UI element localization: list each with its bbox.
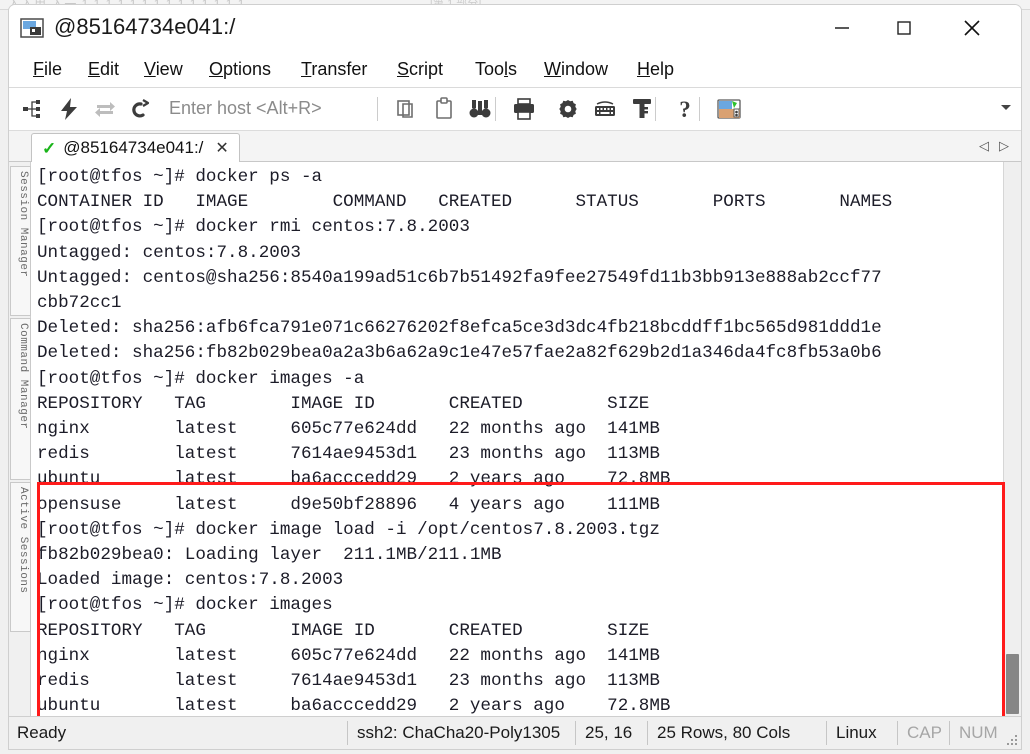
maximize-button[interactable] xyxy=(877,5,931,51)
left-dock: Session Manager Command Manager Active Ses… xyxy=(9,162,31,731)
terminal-output: [root@tfos ~]# docker ps -a CONTAINER ID… xyxy=(37,167,893,731)
key-icon[interactable] xyxy=(628,96,656,122)
menu-item-help[interactable]: Help xyxy=(633,58,678,81)
toolbar-separator xyxy=(377,97,378,121)
menu-item-view[interactable]: View xyxy=(140,58,187,81)
status-num: NUM xyxy=(959,723,998,742)
status-divider xyxy=(647,721,648,745)
dock-tab-active-sessions[interactable]: Active Sessions xyxy=(10,482,31,632)
toolbar-separator xyxy=(655,97,656,121)
minimize-icon xyxy=(835,27,849,29)
paste-icon[interactable] xyxy=(430,96,458,122)
body-area: Session Manager Command Manager Active Ses… xyxy=(9,162,1021,749)
connect-icon[interactable] xyxy=(19,96,47,122)
status-emulation: Linux xyxy=(836,723,877,742)
menu-item-transfer[interactable]: Transfer xyxy=(297,58,371,81)
menu-item-window[interactable]: Window xyxy=(540,58,612,81)
toolbar: Enter host <Alt+R> ? xyxy=(9,88,1021,131)
svg-text:?: ? xyxy=(679,97,691,122)
status-divider xyxy=(347,721,348,745)
main-window: @85164734e041:/ File Edit View Options Trans… xyxy=(8,4,1022,750)
window-title: @85164734e041:/ xyxy=(54,14,236,39)
toolbar-separator xyxy=(699,97,700,121)
menu-item-tools[interactable]: Tools xyxy=(471,58,521,81)
status-divider xyxy=(949,721,950,745)
chat-window-icon[interactable] xyxy=(715,96,743,122)
tab-close-icon[interactable]: ✕ xyxy=(215,138,228,158)
green-check-icon: ✓ xyxy=(42,138,57,158)
status-divider xyxy=(897,721,898,745)
menu-item-edit[interactable]: Edit xyxy=(84,58,123,81)
securecrt-window: 入入用 入一 1 1 1 1 1 1 1 1 1 1 1 1 1 1 [第 1 … xyxy=(0,0,1030,754)
menu-bar: File Edit View Options Transfer Script Tools Wi… xyxy=(9,53,1021,88)
session-options-icon[interactable] xyxy=(554,96,582,122)
help-icon[interactable]: ? xyxy=(671,96,699,122)
close-icon xyxy=(964,20,980,36)
tab-scroll-left-icon[interactable]: ◁ xyxy=(979,138,989,154)
terminal-scrollbar-thumb[interactable] xyxy=(1006,654,1019,714)
tab-scroll-right-icon[interactable]: ▷ xyxy=(999,138,1009,154)
title-bar: @85164734e041:/ xyxy=(9,5,1021,53)
tab-strip: ✓ @85164734e041:/ ✕ ◁ ▷ xyxy=(9,131,1021,162)
status-ready: Ready xyxy=(17,723,67,742)
status-divider xyxy=(826,721,827,745)
host-input[interactable]: Enter host <Alt+R> xyxy=(169,98,322,119)
quick-connect-icon[interactable] xyxy=(55,96,83,122)
close-button[interactable] xyxy=(945,5,999,51)
session-tab[interactable]: ✓ @85164734e041:/ ✕ xyxy=(31,133,240,162)
copy-icon[interactable] xyxy=(393,96,421,122)
menu-item-file[interactable]: File xyxy=(29,58,66,81)
terminal-scrollbar[interactable] xyxy=(1003,162,1021,731)
dock-tab-session-manager[interactable]: Session Manager xyxy=(10,166,31,316)
status-divider xyxy=(575,721,576,745)
print-icon[interactable] xyxy=(510,96,538,122)
dock-tab-command-manager[interactable]: Command Manager xyxy=(10,318,31,480)
status-cursor: 25, 16 xyxy=(585,723,633,742)
session-tab-label: @85164734e041:/ xyxy=(63,138,204,157)
status-bar: Ready ssh2: ChaCha20-Poly1305 25, 16 25 … xyxy=(9,716,1021,749)
status-cipher: ssh2: ChaCha20-Poly1305 xyxy=(357,723,561,742)
reconnect-all-icon[interactable] xyxy=(91,96,119,122)
terminal-pane[interactable]: [root@tfos ~]# docker ps -a CONTAINER ID… xyxy=(31,162,1021,731)
find-icon[interactable] xyxy=(466,96,494,122)
disconnect-icon[interactable] xyxy=(127,96,155,122)
status-dimensions: 25 Rows, 80 Cols xyxy=(657,723,791,742)
toolbar-separator xyxy=(495,97,496,121)
terminal-window-icon xyxy=(20,17,44,39)
menu-item-options[interactable]: Options xyxy=(205,58,275,81)
maximize-icon xyxy=(897,21,911,35)
keymap-editor-icon[interactable] xyxy=(591,96,619,122)
toolbar-overflow-chevron-down-icon[interactable] xyxy=(1001,105,1011,110)
resize-grip-icon[interactable] xyxy=(1006,735,1018,747)
menu-item-script[interactable]: Script xyxy=(393,58,447,81)
minimize-button[interactable] xyxy=(815,5,869,51)
status-cap: CAP xyxy=(907,723,942,742)
